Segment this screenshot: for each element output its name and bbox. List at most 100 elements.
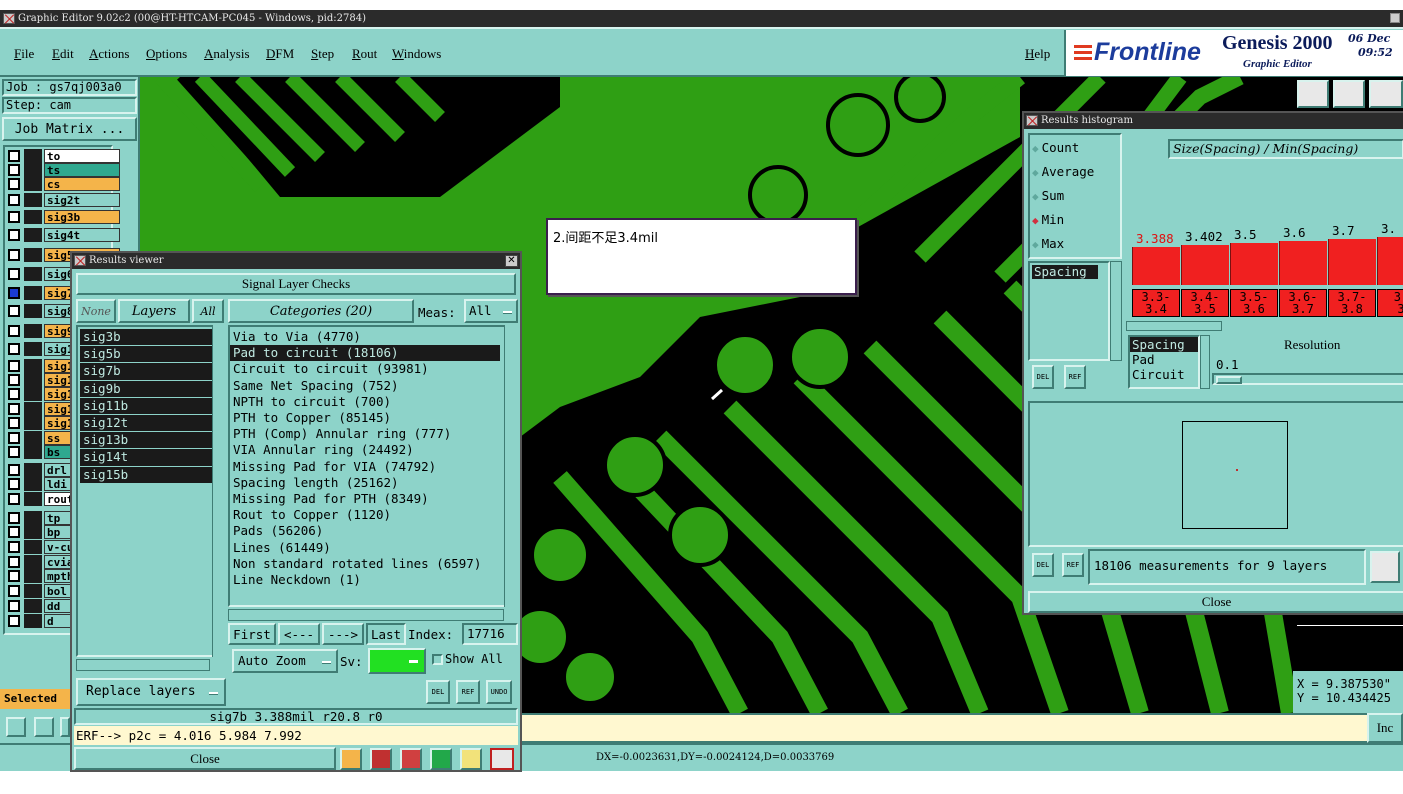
layer-checkbox[interactable] <box>8 178 20 190</box>
show-all-checkbox[interactable] <box>432 654 443 665</box>
layer-checkbox[interactable] <box>8 478 20 490</box>
resolution-slider-thumb[interactable] <box>1216 376 1242 384</box>
prev-button[interactable]: <--- <box>278 623 320 645</box>
subtype-scrollbar[interactable] <box>1200 335 1210 389</box>
layer-name[interactable]: to <box>44 149 120 163</box>
layer-checkbox[interactable] <box>8 325 20 337</box>
layer-name[interactable]: sig4t <box>44 228 120 242</box>
layer-name[interactable]: cs <box>44 177 120 191</box>
undo-button[interactable]: UNDO <box>486 680 512 704</box>
menu-step[interactable]: Step <box>311 46 334 62</box>
layer-checkbox[interactable] <box>8 374 20 386</box>
command-line[interactable] <box>518 713 1403 743</box>
subtype-item[interactable]: Pad <box>1130 352 1198 367</box>
mode-radio-max[interactable]: ◆ Max <box>1032 235 1064 253</box>
category-item[interactable]: Missing Pad for VIA (74792) <box>230 459 516 475</box>
layer-checkbox[interactable] <box>8 417 20 429</box>
hist-ref-button[interactable]: REF <box>1064 365 1086 389</box>
layer-list-hscroll[interactable] <box>76 659 210 671</box>
ref-button[interactable]: REF <box>456 680 480 704</box>
category-item[interactable]: Non standard rotated lines (6597) <box>230 556 516 572</box>
layer-checkbox[interactable] <box>8 194 20 206</box>
category-hscroll[interactable] <box>228 609 504 621</box>
auto-zoom-dropdown[interactable]: Auto Zoom <box>232 649 338 673</box>
layer-result-item[interactable]: sig13b <box>80 432 214 450</box>
layer-checkbox[interactable] <box>8 600 20 612</box>
histogram-bar[interactable] <box>1230 243 1278 285</box>
hist-ref-button-2[interactable]: REF <box>1062 553 1084 577</box>
layers-button[interactable]: Layers <box>118 299 190 323</box>
minimize-icon[interactable] <box>1390 13 1400 23</box>
chart-hscroll[interactable] <box>1126 321 1222 331</box>
layer-checkbox[interactable] <box>8 403 20 415</box>
layer-checkbox[interactable] <box>8 287 20 299</box>
menu-windows[interactable]: Windows <box>392 46 441 62</box>
histogram-bar[interactable] <box>1132 247 1180 285</box>
category-item[interactable]: Spacing length (25162) <box>230 475 516 491</box>
category-item[interactable]: Pad to circuit (18106) <box>230 345 500 362</box>
layer-result-item[interactable]: sig12t <box>80 415 214 433</box>
layer-checkbox[interactable] <box>8 512 20 524</box>
layer-checkbox[interactable] <box>8 541 20 553</box>
histogram-bar[interactable] <box>1328 239 1376 285</box>
category-item[interactable]: Circuit to circuit (93981) <box>230 361 516 377</box>
layer-checkbox[interactable] <box>8 229 20 241</box>
zoom-box-icon[interactable] <box>6 717 26 737</box>
histogram-titlebar[interactable]: Results histogram <box>1024 113 1403 129</box>
category-item[interactable]: Line Neckdown (1) <box>230 572 516 588</box>
report-icon[interactable] <box>430 748 452 770</box>
resolution-slider[interactable] <box>1212 373 1403 385</box>
layer-checkbox[interactable] <box>8 388 20 400</box>
layer-checkbox[interactable] <box>8 570 20 582</box>
category-item[interactable]: Via to Via (4770) <box>230 329 516 345</box>
layer-checkbox[interactable] <box>8 446 20 458</box>
menu-edit[interactable]: Edit <box>52 46 74 62</box>
category-item[interactable]: Missing Pad for PTH (8349) <box>230 491 516 507</box>
layer-result-item[interactable]: sig7b <box>80 363 214 381</box>
histogram-close-button[interactable]: Close <box>1028 591 1403 613</box>
layer-result-item[interactable]: sig14t <box>80 449 214 467</box>
upload-icon[interactable] <box>1297 80 1329 108</box>
layer-result-item[interactable]: sig9b <box>80 380 214 398</box>
results-close-button[interactable]: Close <box>74 747 336 770</box>
menu-rout[interactable]: Rout <box>352 46 377 62</box>
layer-name[interactable]: sig3b <box>44 210 120 224</box>
menu-dfm[interactable]: DFM <box>266 46 294 62</box>
download-icon[interactable] <box>1333 80 1365 108</box>
histogram-list-scrollbar[interactable] <box>1110 261 1122 361</box>
layer-checkbox[interactable] <box>8 360 20 372</box>
layer-checkbox[interactable] <box>8 585 20 597</box>
category-item[interactable]: NPTH to circuit (700) <box>230 394 516 410</box>
layer-checkbox[interactable] <box>8 305 20 317</box>
category-item[interactable]: VIA Annular ring (24492) <box>230 442 516 458</box>
measure-tool-icon[interactable] <box>340 748 362 770</box>
menu-file[interactable]: File <box>14 46 34 62</box>
subtype-item[interactable]: Circuit <box>1130 367 1198 382</box>
layer-result-item[interactable]: sig3b <box>80 329 214 347</box>
hist-del-button[interactable]: DEL <box>1032 365 1054 389</box>
layer-list-scrollbar[interactable] <box>212 325 224 657</box>
layer-checkbox[interactable] <box>8 268 20 280</box>
layer-checkbox[interactable] <box>8 432 20 444</box>
none-button[interactable]: None <box>76 299 116 323</box>
all-button[interactable]: All <box>192 299 224 323</box>
category-item[interactable]: PTH (Comp) Annular ring (777) <box>230 426 516 442</box>
layer-result-item[interactable]: sig5b <box>80 346 214 364</box>
inc-button[interactable]: Inc <box>1367 713 1403 743</box>
layer-checkbox[interactable] <box>8 556 20 568</box>
index-input[interactable]: 17716 <box>462 623 518 645</box>
hist-del-button-2[interactable]: DEL <box>1032 553 1054 577</box>
layer-checkbox[interactable] <box>8 615 20 627</box>
category-item[interactable]: Pads (56206) <box>230 523 516 539</box>
layer-checkbox[interactable] <box>8 211 20 223</box>
first-button[interactable]: First <box>228 623 276 645</box>
snap-icon[interactable] <box>60 717 70 737</box>
layer-checkbox[interactable] <box>8 526 20 538</box>
results-viewer-titlebar[interactable]: Results viewer ✕ <box>72 253 520 269</box>
category-item[interactable]: Same Net Spacing (752) <box>230 378 516 394</box>
layer-result-item[interactable]: sig11b <box>80 397 214 416</box>
layer-checkbox[interactable] <box>8 493 20 505</box>
layer-checkbox[interactable] <box>8 164 20 176</box>
del-button[interactable]: DEL <box>426 680 450 704</box>
category-item[interactable]: Lines (61449) <box>230 540 516 556</box>
